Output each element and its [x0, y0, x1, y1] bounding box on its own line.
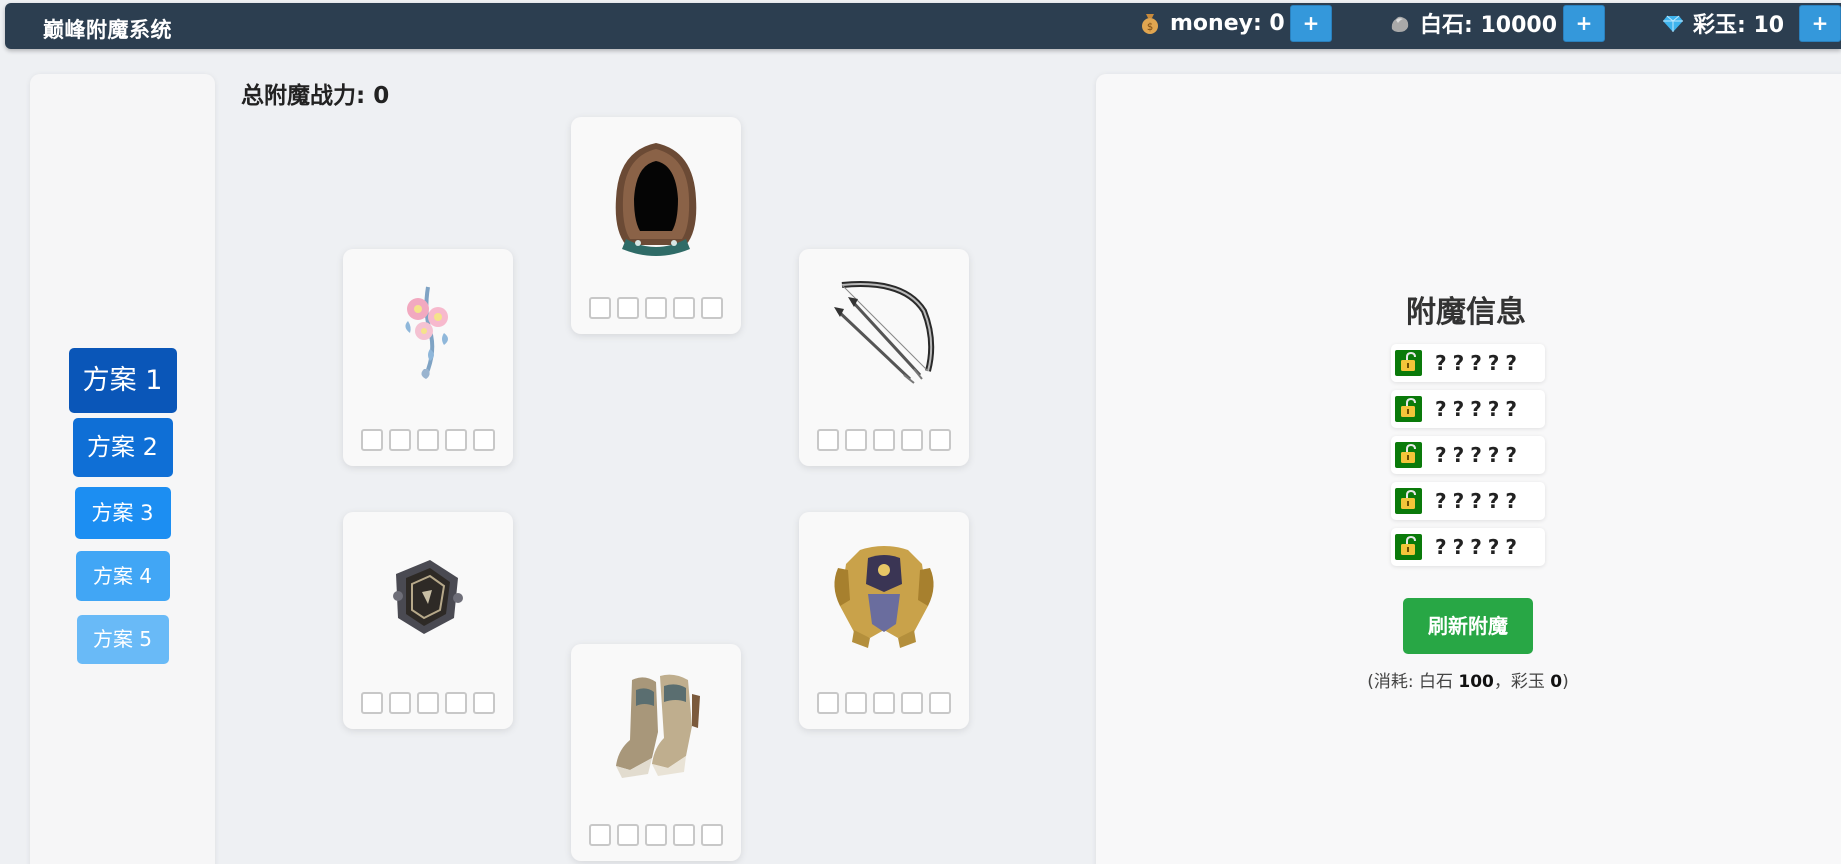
gem-slots	[589, 824, 723, 846]
unlock-icon	[1401, 351, 1416, 371]
gem-slot[interactable]	[901, 429, 923, 451]
cost-jade: 0	[1550, 672, 1563, 692]
bracer-icon	[393, 560, 463, 634]
gem-slot[interactable]	[361, 429, 383, 451]
svg-text:$: $	[1147, 22, 1153, 33]
gem-slot[interactable]	[389, 429, 411, 451]
resource-jade: 彩玉: 10	[1661, 0, 1784, 46]
gem-slot[interactable]	[417, 429, 439, 451]
gem-slot[interactable]	[389, 692, 411, 714]
gem-slot[interactable]	[617, 824, 639, 846]
unlock-icon	[1401, 443, 1416, 463]
gem-slot[interactable]	[901, 692, 923, 714]
gem-slot[interactable]	[645, 297, 667, 319]
white-stone-label: 白石: 10000	[1420, 13, 1557, 38]
gem-slot[interactable]	[589, 824, 611, 846]
money-bag-icon: $	[1142, 14, 1158, 34]
attribute-text: ?????	[1435, 443, 1524, 467]
gem-slot[interactable]	[845, 692, 867, 714]
hood-icon	[615, 143, 697, 256]
white-stone-icon	[1391, 16, 1409, 32]
gem-slot[interactable]	[473, 429, 495, 451]
gem-slot[interactable]	[361, 692, 383, 714]
gem-slot[interactable]	[673, 824, 695, 846]
gem-slot[interactable]	[445, 692, 467, 714]
equip-slot-flower-charm[interactable]	[343, 249, 513, 466]
plan-panel: 附魔方案 方案 1 方案 2 方案 3 方案 4 方案 5	[30, 74, 215, 864]
resource-money: $ money: 0	[1138, 0, 1285, 46]
attribute-text: ?????	[1435, 351, 1524, 375]
add-jade-button[interactable]: +	[1799, 5, 1841, 42]
refresh-enchant-button[interactable]: 刷新附魔	[1403, 598, 1533, 654]
attribute-text: ?????	[1435, 489, 1524, 513]
gem-slot[interactable]	[817, 429, 839, 451]
gem-slot[interactable]	[929, 429, 951, 451]
attribute-row: ?????	[1391, 482, 1545, 520]
equip-slot-bracer[interactable]	[343, 512, 513, 729]
plan-1-button[interactable]: 方案 1	[68, 348, 177, 413]
cost-line: (消耗: 白石 100，彩玉 0)	[1300, 667, 1636, 692]
bow-icon	[834, 281, 935, 384]
gem-slots	[817, 429, 951, 451]
attribute-row: ?????	[1391, 344, 1545, 382]
attribute-text: ?????	[1435, 397, 1524, 421]
flower-charm-icon	[405, 286, 448, 379]
money-label: money: 0	[1170, 10, 1285, 36]
gem-slot[interactable]	[589, 297, 611, 319]
attribute-row: ?????	[1391, 528, 1545, 566]
equip-slot-chest-armor[interactable]	[799, 512, 969, 729]
gem-slot[interactable]	[473, 692, 495, 714]
total-power: 总附魔战力: 0	[241, 83, 390, 109]
gem-slots	[589, 297, 723, 319]
equip-slot-boots[interactable]	[571, 644, 741, 861]
plan-5-button[interactable]: 方案 5	[76, 615, 169, 664]
gem-slot[interactable]	[417, 692, 439, 714]
cost-white-stone: 100	[1458, 672, 1494, 692]
app-title: 巅峰附魔系统	[43, 18, 172, 42]
gem-slot[interactable]	[929, 692, 951, 714]
plan-2-button[interactable]: 方案 2	[72, 418, 173, 477]
gem-icon	[1663, 15, 1683, 32]
add-money-button[interactable]: +	[1290, 5, 1332, 42]
boots-icon	[616, 674, 700, 778]
cost-prefix: (消耗: 白石	[1367, 672, 1459, 692]
unlock-icon	[1401, 397, 1416, 417]
chest-armor-icon	[834, 546, 934, 648]
attribute-row: ?????	[1391, 390, 1545, 428]
resource-white-stone: 白石: 10000	[1388, 0, 1557, 46]
lock-toggle[interactable]	[1395, 442, 1422, 468]
gem-slot[interactable]	[845, 429, 867, 451]
gem-slots	[361, 692, 495, 714]
cost-suffix: )	[1562, 672, 1569, 692]
gem-slot[interactable]	[873, 692, 895, 714]
gem-slot[interactable]	[673, 297, 695, 319]
equip-slot-bow[interactable]	[799, 249, 969, 466]
gem-slot[interactable]	[445, 429, 467, 451]
gem-slot[interactable]	[701, 297, 723, 319]
plan-3-button[interactable]: 方案 3	[74, 487, 171, 539]
attribute-text: ?????	[1435, 535, 1524, 559]
lock-toggle[interactable]	[1395, 488, 1422, 514]
gem-slot[interactable]	[873, 429, 895, 451]
jade-label: 彩玉: 10	[1693, 13, 1785, 38]
add-white-stone-button[interactable]: +	[1563, 5, 1605, 42]
lock-toggle[interactable]	[1395, 350, 1422, 376]
attribute-row: ?????	[1391, 436, 1545, 474]
unlock-icon	[1401, 489, 1416, 509]
equip-slot-hood[interactable]	[571, 117, 741, 334]
gem-slot[interactable]	[817, 692, 839, 714]
lock-toggle[interactable]	[1395, 534, 1422, 560]
plan-4-button[interactable]: 方案 4	[75, 551, 170, 601]
gem-slot[interactable]	[617, 297, 639, 319]
enchant-info-title: 附魔信息	[1406, 295, 1526, 330]
unlock-icon	[1401, 535, 1416, 555]
cost-mid: ，彩玉	[1493, 672, 1551, 692]
gem-slot[interactable]	[701, 824, 723, 846]
gem-slots	[817, 692, 951, 714]
lock-toggle[interactable]	[1395, 396, 1422, 422]
gem-slot[interactable]	[645, 824, 667, 846]
gem-slots	[361, 429, 495, 451]
